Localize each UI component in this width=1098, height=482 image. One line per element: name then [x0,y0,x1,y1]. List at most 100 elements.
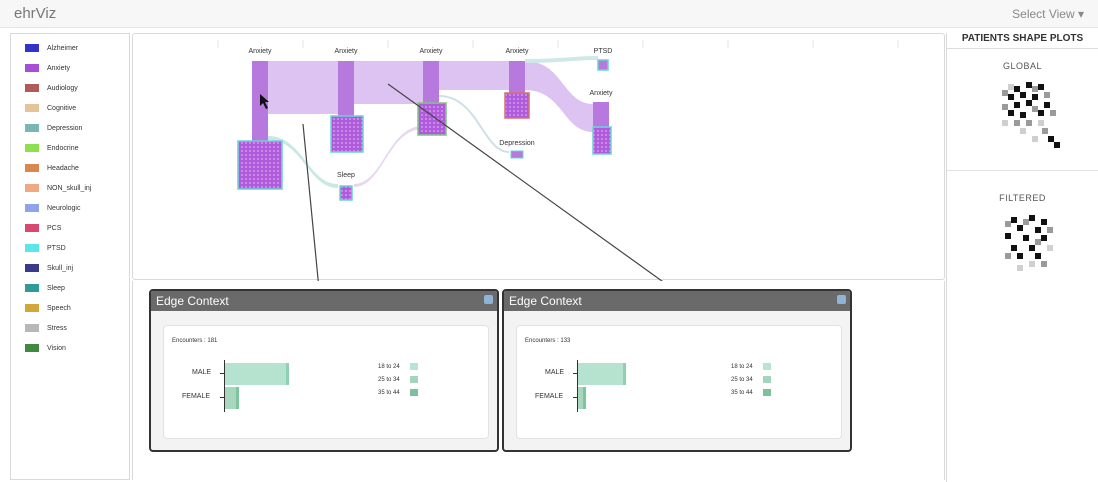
legend-label: Sleep [47,284,65,292]
node-anxiety-3-box[interactable] [417,102,447,136]
male-bar[interactable] [225,363,289,385]
age-label: 18 to 24 [731,364,753,370]
node-sleep[interactable] [339,185,353,201]
age-label: 18 to 24 [378,364,400,370]
legend-swatch [25,104,39,112]
legend-item-neurologic[interactable]: Neurologic [25,200,80,216]
legend-item-speech[interactable]: Speech [25,300,71,316]
filtered-shape-plot[interactable] [1005,213,1055,288]
age-swatch [763,376,771,383]
legend-item-endocrine[interactable]: Endocrine [25,140,79,156]
legend-swatch [25,144,39,152]
legend-item-pcs[interactable]: PCS [25,220,61,236]
gender-label-female: FEMALE [535,393,564,400]
global-shape-plot[interactable] [1002,80,1062,159]
panel-title: PATIENTS SHAPE PLOTS [947,33,1098,49]
age-swatch [763,363,771,370]
legend-swatch [25,264,39,272]
legend-label: Stress [47,324,67,332]
node-label-ptsd: PTSD [594,48,613,55]
age-label: 25 to 34 [378,377,400,383]
legend-item-stress[interactable]: Stress [25,320,67,336]
node-anxiety-3[interactable] [423,61,439,103]
node-label-sleep: Sleep [337,172,355,179]
encounters-count: Encounters : 133 [525,338,571,344]
axis-tick [573,373,577,374]
gender-label-female: FEMALE [182,393,211,400]
sankey-diagram: Anxiety Anxiety Anxiety Anxiety PTSD Sle… [217,40,899,281]
age-label: 35 to 44 [731,390,753,396]
node-anxiety-2[interactable] [338,61,354,116]
age-label: 35 to 44 [378,390,400,396]
gender-label-male: MALE [192,369,212,376]
select-view-dropdown[interactable]: Select View ▾ [1012,7,1084,21]
flow-anxiety-4-5[interactable] [525,61,593,132]
flow-anxiety-3-4[interactable] [439,61,509,90]
edge-context-card[interactable]: Edge Context Encounters : 133 MALE FEMAL… [502,289,852,452]
flow-anxiety-2-3[interactable] [354,61,423,104]
node-anxiety-5-box[interactable] [592,126,612,155]
legend-swatch [25,324,39,332]
legend-label: Speech [47,304,71,312]
encounters-count: Encounters : 181 [172,338,218,344]
legend-swatch [25,184,39,192]
legend-item-sleep[interactable]: Sleep [25,280,65,296]
legend-item-skull-inj[interactable]: Skull_inj [25,260,73,276]
legend-label: Vision [47,344,66,352]
patients-shape-plots-panel: PATIENTS SHAPE PLOTS GLOBAL FILTERED [946,33,1098,482]
age-swatch [763,389,771,396]
legend-item-depression[interactable]: Depression [25,120,82,136]
legend-label: PCS [47,224,62,232]
edge-context-header[interactable]: Edge Context [504,291,850,311]
legend-item-vision[interactable]: Vision [25,340,66,356]
legend-item-non-skull-inj[interactable]: NON_skull_inj [25,180,91,196]
node-label-anxiety-5: Anxiety [590,90,613,97]
filtered-label: FILTERED [999,193,1046,203]
legend-swatch [25,284,39,292]
edge-context-title: Edge Context [156,294,229,308]
legend-item-anxiety[interactable]: Anxiety [25,60,70,76]
axis-tick [220,397,224,398]
top-navbar: ehrViz Select View ▾ [0,0,1098,28]
legend-swatch [25,84,39,92]
legend-swatch [25,64,39,72]
legend-item-ptsd[interactable]: PTSD [25,240,66,256]
node-anxiety-5[interactable] [593,102,609,127]
edge-context-card[interactable]: Edge Context Encounters : 181 MALE FEMAL… [149,289,499,452]
legend-swatch [25,224,39,232]
flow-anxiety-1-2[interactable] [268,61,338,114]
flow-sleep-back[interactable] [354,126,423,187]
global-label: GLOBAL [1002,61,1043,71]
legend-label: PTSD [47,244,66,252]
male-bar[interactable] [578,363,626,385]
legend-item-headache[interactable]: Headache [25,160,79,176]
flow-to-ptsd[interactable] [525,56,598,63]
node-label-depression: Depression [499,140,535,147]
axis-tick [573,397,577,398]
legend-label: Depression [47,124,83,132]
age-swatch [410,389,418,396]
app-title[interactable]: ehrViz [14,5,56,22]
legend-item-audiology[interactable]: Audiology [25,80,78,96]
edge-context-header[interactable]: Edge Context [151,291,497,311]
legend-swatch [25,204,39,212]
legend-item-alzheimer[interactable]: Alzheimer [25,40,78,56]
female-bar[interactable] [225,387,239,409]
age-swatch [410,363,418,370]
legend-label: Anxiety [47,64,70,72]
edge-context-title: Edge Context [509,294,582,308]
node-anxiety-4-box[interactable] [504,92,530,119]
legend-item-cognitive[interactable]: Cognitive [25,100,76,116]
node-ptsd[interactable] [597,59,609,71]
edge-context-body: Encounters : 133 MALE FEMALE 18 to 24 25… [516,325,842,439]
female-bar[interactable] [578,387,586,409]
node-anxiety-1-box[interactable] [237,140,283,190]
close-icon[interactable] [484,295,493,304]
age-swatch [410,376,418,383]
node-anxiety-4[interactable] [509,61,525,93]
node-depression[interactable] [510,150,524,159]
close-icon[interactable] [837,295,846,304]
global-shape-plot-image [1002,82,1060,148]
gender-label-male: MALE [545,369,565,376]
node-anxiety-2-box[interactable] [330,115,364,153]
